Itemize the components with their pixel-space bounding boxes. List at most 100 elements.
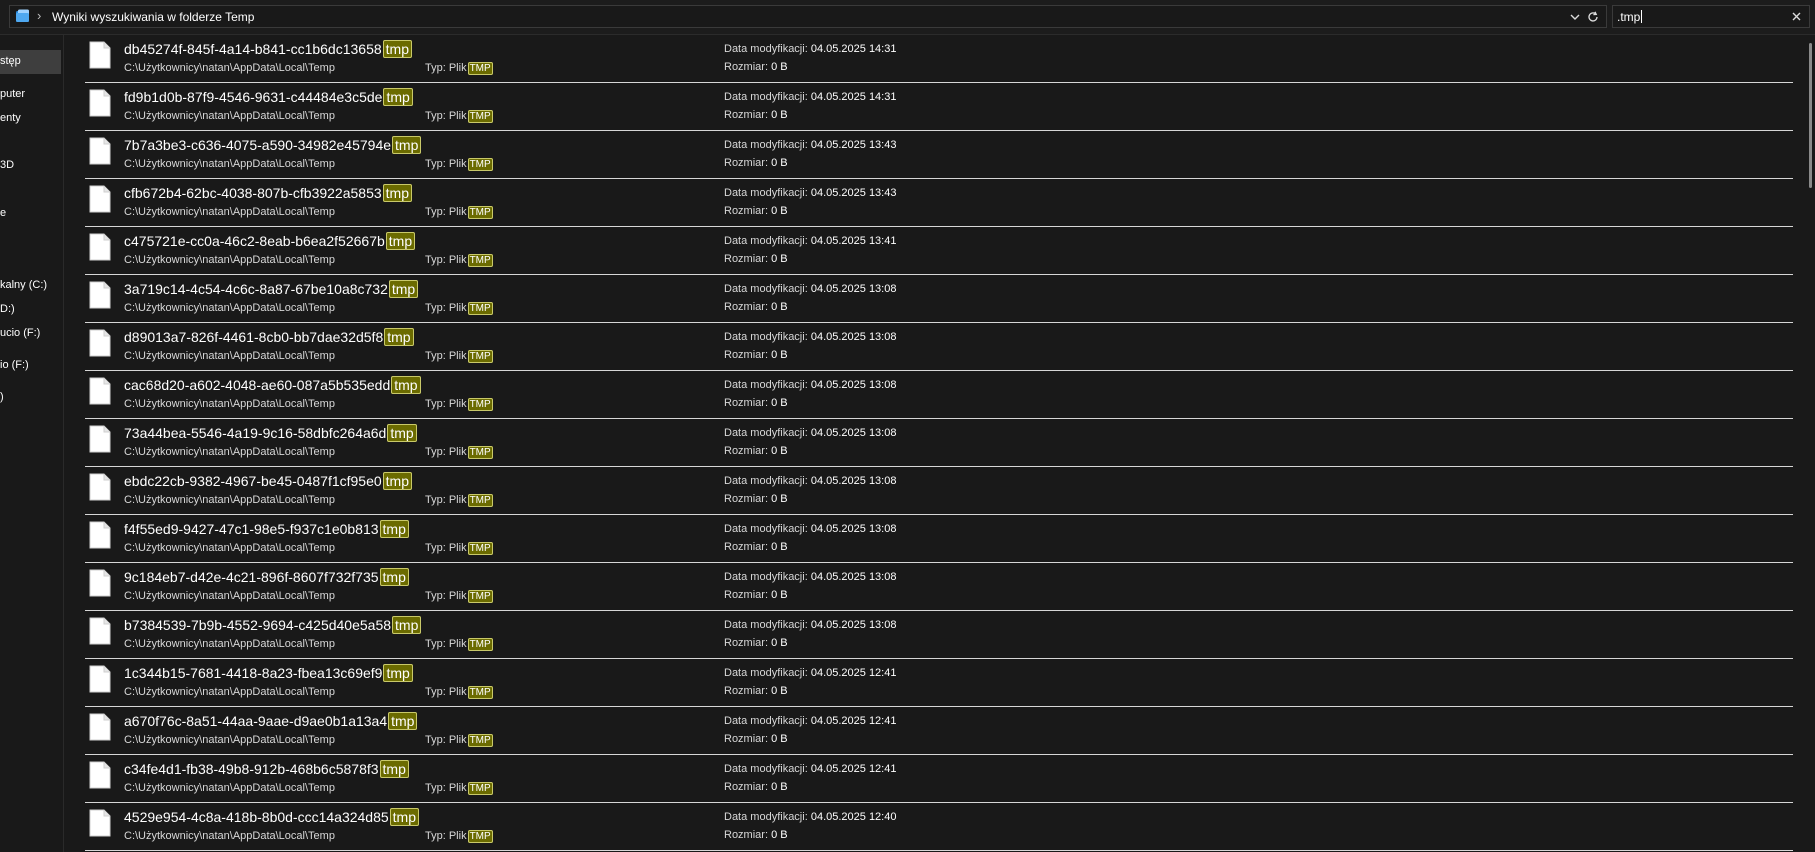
list-item[interactable]: b7384539-7b9b-4552-9694-c425d40e5a58 tmp … xyxy=(85,611,1793,659)
type-highlight: TMP xyxy=(467,782,493,795)
list-item[interactable]: d89013a7-826f-4461-8cb0-bb7dae32d5f8 tmp … xyxy=(85,323,1793,371)
file-icon xyxy=(89,809,111,837)
file-type: Typ: Plik TMP xyxy=(425,302,493,315)
list-item[interactable]: cac68d20-a602-4048-ae60-087a5b535edd tmp … xyxy=(85,371,1793,419)
file-name-base: 1c344b15-7681-4418-8a23-fbea13c69ef9 xyxy=(124,665,383,681)
text-caret xyxy=(1641,10,1643,23)
file-size-label: Rozmiar: xyxy=(724,589,769,601)
close-icon[interactable] xyxy=(1790,10,1803,23)
file-path: C:\Użytkownicy\natan\AppData\Local\Temp xyxy=(124,302,335,314)
file-name: 3a719c14-4c54-4c6c-8a87-67be10a8c732 tmp xyxy=(124,280,419,298)
search-value[interactable]: .tmp xyxy=(1617,10,1643,24)
sidebar-item-network[interactable]: ) xyxy=(0,391,4,403)
date-modified: Data modyfikacji: 04.05.2025 13:08 xyxy=(724,427,896,439)
file-path: C:\Użytkownicy\natan\AppData\Local\Temp xyxy=(124,782,335,794)
file-size: Rozmiar: 0 B xyxy=(724,301,788,313)
date-modified: Data modyfikacji: 04.05.2025 13:08 xyxy=(724,523,896,535)
file-name-base: ebdc22cb-9382-4967-be45-0487f1cf95e0 xyxy=(124,473,382,489)
file-size-label: Rozmiar: xyxy=(724,781,769,793)
type-highlight: TMP xyxy=(467,158,493,171)
list-item[interactable]: c34fe4d1-fb38-49b8-912b-468b6c5878f3 tmp … xyxy=(85,755,1793,803)
file-type-label: Typ: Plik xyxy=(425,302,467,314)
refresh-icon[interactable] xyxy=(1586,10,1600,24)
name-highlight: tmp xyxy=(379,760,409,778)
sidebar-item-drive-f[interactable]: ucio (F:) xyxy=(0,327,40,339)
list-item[interactable]: ebdc22cb-9382-4967-be45-0487f1cf95e0 tmp … xyxy=(85,467,1793,515)
search-input[interactable]: .tmp xyxy=(1612,5,1810,28)
file-type-label: Typ: Plik xyxy=(425,494,467,506)
date-modified: Data modyfikacji: 04.05.2025 13:41 xyxy=(724,235,896,247)
file-icon xyxy=(89,233,111,261)
file-size-value: 0 B xyxy=(771,493,788,505)
file-name-base: db45274f-845f-4a14-b841-cc1b6dc13658 xyxy=(124,41,382,57)
list-item[interactable]: c475721e-cc0a-46c2-8eab-b6ea2f52667b tmp … xyxy=(85,227,1793,275)
file-size-value: 0 B xyxy=(771,349,788,361)
file-size-value: 0 B xyxy=(771,253,788,265)
name-highlight: tmp xyxy=(388,280,419,298)
file-path: C:\Użytkownicy\natan\AppData\Local\Temp xyxy=(124,206,335,218)
sidebar-item-drive-f-2[interactable]: io (F:) xyxy=(0,359,29,371)
file-size: Rozmiar: 0 B xyxy=(724,493,788,505)
list-item[interactable]: 4529e954-4c8a-418b-8b0d-ccc14a324d85 tmp … xyxy=(85,803,1793,851)
name-highlight: tmp xyxy=(379,568,409,586)
file-path: C:\Użytkownicy\natan\AppData\Local\Temp xyxy=(124,446,335,458)
file-type: Typ: Plik TMP xyxy=(425,398,493,411)
date-modified: Data modyfikacji: 04.05.2025 14:31 xyxy=(724,43,896,55)
sidebar-item-computer[interactable]: puter xyxy=(0,88,25,100)
date-modified-label: Data modyfikacji: xyxy=(724,715,808,727)
file-icon xyxy=(89,281,111,309)
file-size-label: Rozmiar: xyxy=(724,157,769,169)
type-highlight: TMP xyxy=(467,398,493,411)
type-highlight: TMP xyxy=(467,494,493,507)
file-size-value: 0 B xyxy=(771,781,788,793)
list-item[interactable]: cfb672b4-62bc-4038-807b-cfb3922a5853 tmp … xyxy=(85,179,1793,227)
list-item[interactable]: db45274f-845f-4a14-b841-cc1b6dc13658 tmp … xyxy=(85,35,1793,83)
type-highlight: TMP xyxy=(467,350,493,363)
file-path: C:\Użytkownicy\natan\AppData\Local\Temp xyxy=(124,542,335,554)
file-path: C:\Użytkownicy\natan\AppData\Local\Temp xyxy=(124,62,335,74)
sidebar-item-objects-3d[interactable]: 3D xyxy=(0,159,14,171)
date-modified-value: 04.05.2025 13:08 xyxy=(810,379,897,391)
sidebar-item-drive-d[interactable]: D:) xyxy=(0,303,15,315)
vertical-scrollbar[interactable] xyxy=(1806,35,1815,852)
navigation-pane: stęp puter enty 3D e kalny (C:) D:) ucio… xyxy=(0,35,64,852)
date-modified-label: Data modyfikacji: xyxy=(724,427,808,439)
sidebar-item-documents[interactable]: enty xyxy=(0,112,21,124)
list-item[interactable]: 73a44bea-5546-4a19-9c16-58dbfc264a6d tmp … xyxy=(85,419,1793,467)
list-item[interactable]: 1c344b15-7681-4418-8a23-fbea13c69ef9 tmp … xyxy=(85,659,1793,707)
list-item[interactable]: f4f55ed9-9427-47c1-98e5-f937c1e0b813 tmp … xyxy=(85,515,1793,563)
file-type-label: Typ: Plik xyxy=(425,398,467,410)
file-type-label: Typ: Plik xyxy=(425,638,467,650)
list-item[interactable]: fd9b1d0b-87f9-4546-9631-c44484e3c5de tmp … xyxy=(85,83,1793,131)
scrollbar-thumb[interactable] xyxy=(1809,43,1812,188)
file-type: Typ: Plik TMP xyxy=(425,830,493,843)
file-name: cac68d20-a602-4048-ae60-087a5b535edd tmp xyxy=(124,376,421,394)
sidebar-item-quick-access[interactable]: stęp xyxy=(0,55,21,67)
file-size-value: 0 B xyxy=(771,829,788,841)
sidebar-item-drive-c[interactable]: kalny (C:) xyxy=(0,279,47,291)
date-modified-label: Data modyfikacji: xyxy=(724,235,808,247)
list-item[interactable]: 7b7a3be3-c636-4075-a590-34982e45794e tmp … xyxy=(85,131,1793,179)
list-item[interactable]: a670f76c-8a51-44aa-9aae-d9ae0b1a13a4 tmp … xyxy=(85,707,1793,755)
date-modified: Data modyfikacji: 04.05.2025 13:08 xyxy=(724,571,896,583)
file-size-label: Rozmiar: xyxy=(724,685,769,697)
file-size: Rozmiar: 0 B xyxy=(724,541,788,553)
date-modified: Data modyfikacji: 04.05.2025 14:31 xyxy=(724,91,896,103)
file-type-label: Typ: Plik xyxy=(425,686,467,698)
file-size: Rozmiar: 0 B xyxy=(724,157,788,169)
date-modified-value: 04.05.2025 12:40 xyxy=(810,811,897,823)
file-type-label: Typ: Plik xyxy=(425,830,467,842)
breadcrumb-path[interactable]: Wyniki wyszukiwania w folderze Temp xyxy=(52,10,254,24)
date-modified-value: 04.05.2025 13:43 xyxy=(810,187,897,199)
list-item[interactable]: 3a719c14-4c54-4c6c-8a87-67be10a8c732 tmp … xyxy=(85,275,1793,323)
address-bar[interactable]: › Wyniki wyszukiwania w folderze Temp xyxy=(9,5,1607,28)
file-type: Typ: Plik TMP xyxy=(425,782,493,795)
sidebar-item-e[interactable]: e xyxy=(0,207,6,219)
date-modified-value: 04.05.2025 12:41 xyxy=(810,715,897,727)
name-highlight: tmp xyxy=(392,136,422,154)
list-item[interactable]: 9c184eb7-d42e-4c21-896f-8607f732f735 tmp … xyxy=(85,563,1793,611)
breadcrumb-chevron-icon[interactable]: › xyxy=(37,8,41,23)
chevron-down-icon[interactable] xyxy=(1568,10,1582,24)
file-size-value: 0 B xyxy=(771,109,788,121)
file-type: Typ: Plik TMP xyxy=(425,254,493,267)
